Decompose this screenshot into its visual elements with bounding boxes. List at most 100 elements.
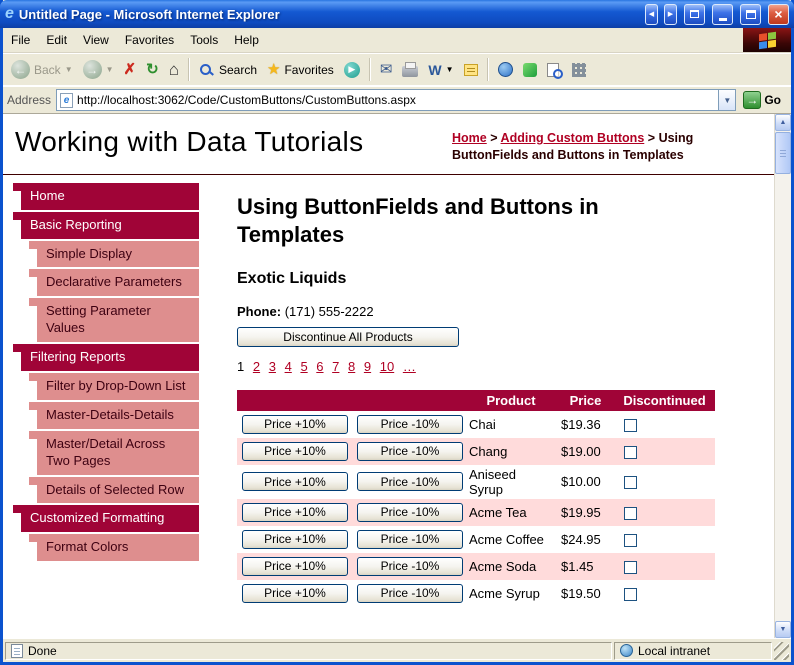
price-increase-button[interactable]: Price +10% — [242, 502, 348, 522]
minimize-button[interactable] — [712, 3, 733, 25]
price-decrease-button[interactable]: Price -10% — [357, 472, 463, 492]
pager-page-link[interactable]: 9 — [364, 359, 371, 374]
discontinued-checkbox[interactable] — [624, 506, 637, 520]
discontinued-checkbox[interactable] — [624, 445, 637, 459]
messenger-icon — [522, 62, 537, 77]
breadcrumb-section-link[interactable]: Adding Custom Buttons — [501, 131, 645, 145]
sidebar-item-basic-reporting[interactable]: Basic Reporting — [13, 211, 199, 239]
back-button[interactable]: ← Back ▼ — [6, 57, 78, 82]
masthead: Working with Data Tutorials Home > Addin… — [3, 114, 774, 175]
main-content: Using ButtonFields and Buttons in Templa… — [199, 183, 774, 607]
go-button[interactable]: → Go — [741, 91, 787, 109]
mail-button[interactable]: ✉ — [375, 59, 398, 80]
edit-button[interactable]: W ▼ — [423, 60, 458, 80]
sidebar-item-customized-formatting[interactable]: Customized Formatting — [13, 505, 199, 533]
forward-dropdown-icon: ▼ — [105, 65, 114, 74]
sidebar-item-master-details-details[interactable]: Master-Details-Details — [29, 401, 199, 429]
grid-button[interactable] — [567, 60, 591, 80]
maximize-icon — [745, 9, 756, 19]
sidebar-item-setting-parameter-values[interactable]: Setting Parameter Values — [29, 298, 199, 343]
print-button[interactable] — [397, 59, 423, 80]
price-cell: $19.00 — [561, 443, 601, 459]
price-increase-button[interactable]: Price +10% — [242, 441, 348, 461]
media-button[interactable]: ▶ — [339, 59, 365, 81]
discontinued-checkbox[interactable] — [624, 418, 637, 432]
titlebar-extra-right-arrow-button[interactable]: ▶ — [664, 3, 677, 25]
web-page: Working with Data Tutorials Home > Addin… — [3, 114, 774, 638]
messenger-button[interactable] — [518, 60, 542, 80]
pager-page-link[interactable]: 4 — [285, 359, 292, 374]
mail-icon: ✉ — [379, 61, 393, 78]
pager-page-link[interactable]: 3 — [269, 359, 276, 374]
price-decrease-button[interactable]: Price -10% — [357, 529, 463, 549]
table-row: Price +10% Price -10% Acme Coffee $24.95 — [237, 526, 715, 553]
maximize-button[interactable] — [740, 3, 761, 25]
scroll-down-button[interactable]: ▼ — [775, 621, 791, 638]
price-increase-button[interactable]: Price +10% — [242, 529, 348, 549]
scrollbar-thumb[interactable] — [775, 132, 791, 174]
price-decrease-button[interactable]: Price -10% — [357, 583, 463, 603]
price-decrease-button[interactable]: Price -10% — [357, 441, 463, 461]
sidebar-item-details-of-selected-row[interactable]: Details of Selected Row — [29, 476, 199, 504]
menu-favorites[interactable]: Favorites — [117, 28, 182, 52]
menu-file[interactable]: File — [3, 28, 38, 52]
pager-ellipsis-link[interactable]: … — [403, 359, 416, 374]
sidebar-item-format-colors[interactable]: Format Colors — [29, 534, 199, 562]
price-cell: $1.45 — [561, 558, 594, 574]
menu-tools[interactable]: Tools — [182, 28, 226, 52]
scroll-up-button[interactable]: ▲ — [775, 114, 791, 131]
vertical-scrollbar[interactable]: ▲ ▼ — [774, 114, 791, 638]
forward-button[interactable]: → ▼ — [78, 57, 119, 82]
discontinued-checkbox[interactable] — [624, 560, 637, 574]
stop-button[interactable]: ✗ — [119, 59, 142, 80]
menu-help[interactable]: Help — [226, 28, 267, 52]
pager-page-link[interactable]: 5 — [300, 359, 307, 374]
menu-edit[interactable]: Edit — [38, 28, 75, 52]
refresh-button[interactable]: ↻ — [141, 59, 164, 80]
browser-window: e Untitled Page - Microsoft Internet Exp… — [0, 0, 794, 665]
search-label: Search — [218, 62, 257, 77]
table-row: Price +10% Price -10% Chai $19.36 — [237, 411, 715, 438]
search-button[interactable]: Search — [194, 60, 262, 80]
zone-label: Local intranet — [638, 643, 711, 658]
sidebar-item-master-detail-across-two-pages[interactable]: Master/Detail Across Two Pages — [29, 430, 199, 475]
address-input[interactable]: e http://localhost:3062/Code/CustomButto… — [56, 89, 737, 111]
titlebar-extra-left-arrow-button[interactable]: ◀ — [645, 3, 658, 25]
sidebar-item-filter-by-drop-down-list[interactable]: Filter by Drop-Down List — [29, 372, 199, 400]
pager-page-link[interactable]: 10 — [380, 359, 394, 374]
forward-icon: → — [82, 60, 102, 79]
titlebar-extra-window-button[interactable] — [684, 3, 705, 25]
favorites-button[interactable]: ★ Favorites — [262, 59, 339, 80]
menubar: File Edit View Favorites Tools Help — [3, 28, 791, 53]
sidebar-item-filtering-reports[interactable]: Filtering Reports — [13, 344, 199, 371]
pager-page-link[interactable]: 6 — [316, 359, 323, 374]
price-increase-button[interactable]: Price +10% — [242, 472, 348, 492]
discontinued-checkbox[interactable] — [624, 533, 637, 547]
sidebar-item-home[interactable]: Home — [13, 182, 199, 210]
pager-page-link[interactable]: 2 — [253, 359, 260, 374]
discuss-button[interactable] — [459, 61, 483, 79]
discontinue-all-products-button[interactable]: Discontinue All Products — [237, 326, 459, 347]
globe-button[interactable] — [493, 59, 518, 80]
discontinued-checkbox[interactable] — [624, 476, 637, 490]
resize-grip[interactable] — [774, 642, 789, 660]
close-button[interactable]: × — [768, 3, 789, 25]
home-button[interactable]: ⌂ — [164, 58, 184, 81]
price-decrease-button[interactable]: Price -10% — [357, 414, 463, 434]
price-decrease-button[interactable]: Price -10% — [357, 556, 463, 576]
sidebar-item-simple-display[interactable]: Simple Display — [29, 240, 199, 268]
price-increase-button[interactable]: Price +10% — [242, 583, 348, 603]
ie-logo-icon: e — [5, 5, 14, 22]
sidebar-item-declarative-parameters[interactable]: Declarative Parameters — [29, 269, 199, 297]
edit-word-icon: W — [428, 61, 442, 78]
address-dropdown-button[interactable]: ▼ — [718, 90, 736, 110]
research-button[interactable] — [542, 60, 567, 80]
price-increase-button[interactable]: Price +10% — [242, 556, 348, 576]
pager-page-link[interactable]: 8 — [348, 359, 355, 374]
breadcrumb-home-link[interactable]: Home — [452, 131, 487, 145]
price-decrease-button[interactable]: Price -10% — [357, 502, 463, 522]
pager-page-link[interactable]: 7 — [332, 359, 339, 374]
discontinued-checkbox[interactable] — [624, 587, 637, 601]
menu-view[interactable]: View — [75, 28, 117, 52]
price-increase-button[interactable]: Price +10% — [242, 414, 348, 434]
